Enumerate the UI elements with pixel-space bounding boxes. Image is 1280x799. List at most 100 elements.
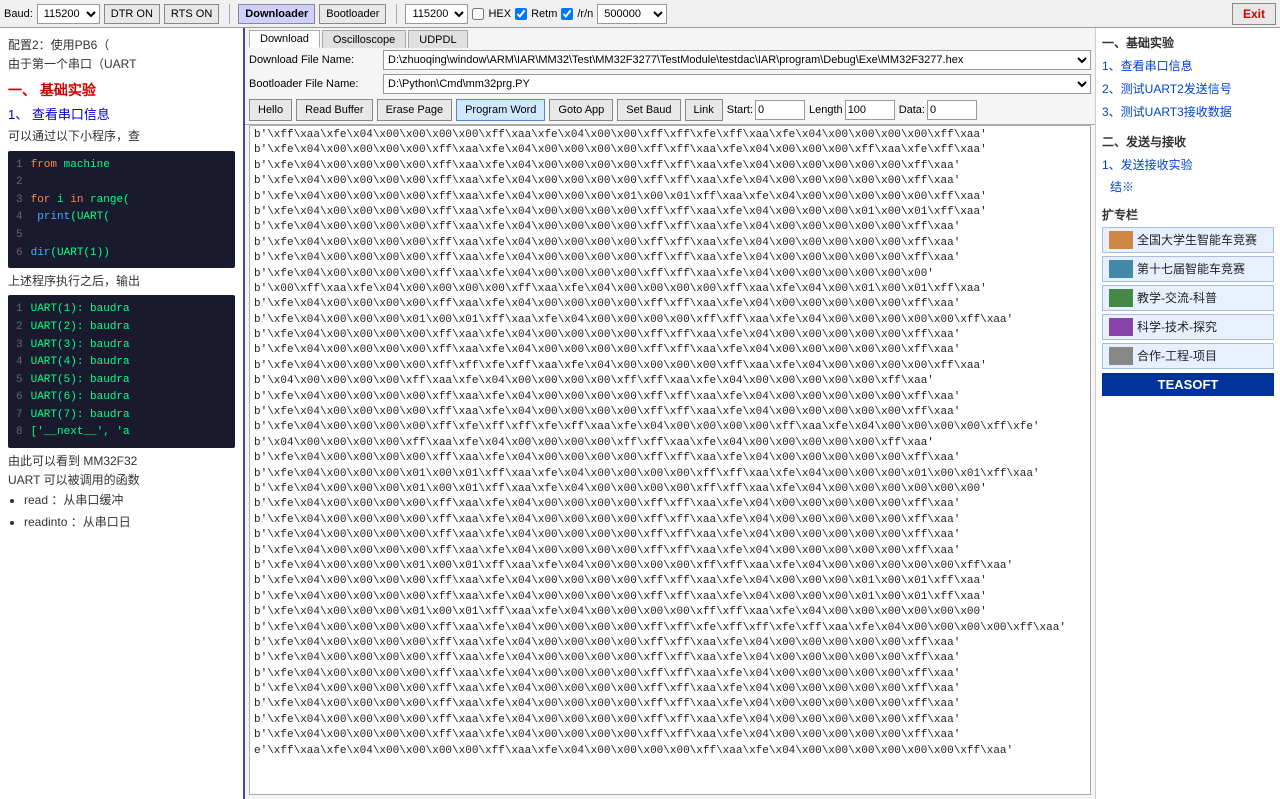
code-line: 3UART(3): baudra: [16, 337, 227, 355]
category-label-4: 科学-技术-探究: [1137, 318, 1217, 335]
mm32-text: 由此可以看到 MM32F32: [8, 452, 235, 471]
download-file-select[interactable]: D:\zhuoqing\window\ARM\IAR\MM32\Test\MM3…: [383, 50, 1091, 70]
baud-section: Baud: 115200 9600 19200 38400 57600 2304…: [4, 4, 219, 24]
category-icon-5: [1109, 347, 1133, 365]
category-icon-4: [1109, 318, 1133, 336]
output-line: b'\xfe\x04\x00\x00\x00\x00\xff\xaa\xfe\x…: [254, 667, 1086, 682]
data-input[interactable]: [927, 100, 977, 120]
tab-download[interactable]: Download: [249, 30, 320, 48]
download-file-label: Download File Name:: [249, 54, 379, 66]
code-line: 1UART(1): baudra: [16, 301, 227, 319]
tab-udpdl[interactable]: UDPDL: [408, 30, 467, 48]
length-input[interactable]: [845, 100, 895, 120]
output-line: b'\xfe\x04\x00\x00\x00\x00\xff\xaa\xfe\x…: [254, 251, 1086, 266]
right-nav-1[interactable]: 1、查看串口信息: [1102, 55, 1274, 78]
output-line: b'\xfe\x04\x00\x00\x00\x00\xff\xaa\xfe\x…: [254, 513, 1086, 528]
category-icon-2: [1109, 260, 1133, 278]
goto-app-button[interactable]: Goto App: [549, 99, 613, 121]
output-line: b'\xfe\x04\x00\x00\x00\x00\xff\xaa\xfe\x…: [254, 159, 1086, 174]
output-area[interactable]: b'\xff\xaa\xfe\x04\x00\x00\x00\x00\xff\x…: [249, 125, 1091, 795]
right-section-1: 一、基础实验 1、查看串口信息 2、测试UART2发送信号 3、测试UART3接…: [1102, 34, 1274, 125]
category-2[interactable]: 第十七届智能车竞赛: [1102, 256, 1274, 282]
length-label: Length: [809, 104, 843, 116]
output-line: b'\xfe\x04\x00\x00\x00\x00\xff\xaa\xfe\x…: [254, 728, 1086, 743]
section1-title: 一、 基础实验: [8, 80, 235, 100]
right-nav-sub[interactable]: 结※: [1102, 177, 1274, 198]
baud2-section: 115200 9600 19200 38400 57600 230400 HEX…: [396, 4, 667, 24]
hello-button[interactable]: Hello: [249, 99, 292, 121]
output-line: b'\xfe\x04\x00\x00\x00\x00\xff\xaa\xfe\x…: [254, 621, 1086, 636]
downloader-button[interactable]: Downloader: [238, 4, 315, 24]
retm-checkbox[interactable]: [515, 8, 527, 20]
rts-button[interactable]: RTS ON: [164, 4, 219, 24]
category-label-5: 合作-工程-项目: [1137, 347, 1217, 364]
output-line: b'\xfe\x04\x00\x00\x00\x00\xff\xaa\xfe\x…: [254, 590, 1086, 605]
start-input[interactable]: [755, 100, 805, 120]
output-line: b'\xfe\x04\x00\x00\x00\x00\xff\xaa\xfe\x…: [254, 143, 1086, 158]
output-line: b'\xfe\x04\x00\x00\x00\x01\x00\x01\xff\x…: [254, 559, 1086, 574]
output-line: b'\x04\x00\x00\x00\x00\xff\xaa\xfe\x04\x…: [254, 436, 1086, 451]
erase-page-button[interactable]: Erase Page: [377, 99, 452, 121]
hex-label: HEX: [488, 8, 511, 20]
category-5[interactable]: 合作-工程-项目: [1102, 343, 1274, 369]
output-line: b'\xfe\x04\x00\x00\x00\x00\xff\xaa\xfe\x…: [254, 343, 1086, 358]
category-icon-1: [1109, 231, 1133, 249]
bootloader-file-select[interactable]: D:\Python\Cmd\mm32prg.PY: [383, 74, 1091, 94]
code-line: 2UART(2): baudra: [16, 319, 227, 337]
output-line: b'\xfe\x04\x00\x00\x00\x00\xff\xaa\xfe\x…: [254, 267, 1086, 282]
category-label-1: 全国大学生智能车竞赛: [1137, 231, 1257, 248]
category-1[interactable]: 全国大学生智能车竞赛: [1102, 227, 1274, 253]
program-word-button[interactable]: Program Word: [456, 99, 545, 121]
output-line: b'\xfe\x04\x00\x00\x00\x00\xff\xaa\xfe\x…: [254, 574, 1086, 589]
right-nav-4[interactable]: 1、发送接收实验: [1102, 154, 1274, 177]
hex-checkbox[interactable]: [472, 8, 484, 20]
read-item: read ：从串口缓冲: [24, 490, 235, 512]
top-toolbar: Baud: 115200 9600 19200 38400 57600 2304…: [0, 0, 1280, 28]
right-extended: 扩专栏 全国大学生智能车竞赛 第十七届智能车竞赛 教学-交流-科普 科学-技术-…: [1102, 206, 1274, 396]
output-line: b'\xfe\x04\x00\x00\x00\x00\xff\xaa\xfe\x…: [254, 451, 1086, 466]
tab-row: Download Oscilloscope UDPDL: [245, 28, 1095, 48]
code-line: 1from machine: [16, 157, 227, 175]
start-field-group: Start:: [727, 100, 805, 120]
right-nav-3[interactable]: 3、测试UART3接收数据: [1102, 101, 1274, 124]
sub1-title: 1、 查看串口信息: [8, 104, 235, 123]
right-extended-title: 扩专栏: [1102, 206, 1274, 223]
baud-label: Baud:: [4, 8, 33, 20]
output-line: b'\xfe\x04\x00\x00\x00\x01\x00\x01\xff\x…: [254, 467, 1086, 482]
output-line: b'\x04\x00\x00\x00\x00\xff\xaa\xfe\x04\x…: [254, 374, 1086, 389]
baud-select[interactable]: 115200 9600 19200 38400 57600 230400: [37, 4, 100, 24]
category-3[interactable]: 教学-交流-科普: [1102, 285, 1274, 311]
output-line: b'\xfe\x04\x00\x00\x00\x00\xff\xaa\xfe\x…: [254, 713, 1086, 728]
set-baud-button[interactable]: Set Baud: [617, 99, 680, 121]
category-label-2: 第十七届智能车竞赛: [1137, 260, 1245, 277]
tab-oscilloscope[interactable]: Oscilloscope: [322, 30, 406, 48]
code-block-1: 1from machine 2 3for i in range( 4 print…: [8, 151, 235, 269]
uart-func-text: UART 可以被调用的函数: [8, 471, 235, 490]
bootloader-file-row: Bootloader File Name: D:\Python\Cmd\mm32…: [245, 72, 1095, 96]
category-label-3: 教学-交流-科普: [1137, 289, 1217, 306]
rn-label: /r/n: [577, 8, 593, 20]
link-button[interactable]: Link: [685, 99, 723, 121]
teasoft-label[interactable]: TEASOFT: [1102, 373, 1274, 396]
exit-button[interactable]: Exit: [1232, 3, 1276, 25]
code-line: 5UART(5): baudra: [16, 372, 227, 390]
output-line: e'\xff\xaa\xfe\x04\x00\x00\x00\x00\xff\x…: [254, 744, 1086, 759]
baud2-select[interactable]: 115200 9600 19200 38400 57600 230400: [405, 4, 468, 24]
read-buffer-button[interactable]: Read Buffer: [296, 99, 373, 121]
output-line: b'\xfe\x04\x00\x00\x00\x00\xff\xaa\xfe\x…: [254, 205, 1086, 220]
right-nav-2[interactable]: 2、测试UART2发送信号: [1102, 78, 1274, 101]
code-line: 8['__next__', 'a: [16, 424, 227, 442]
category-4[interactable]: 科学-技术-探究: [1102, 314, 1274, 340]
retm-label: Retm: [531, 8, 557, 20]
speed-select[interactable]: 500000 1000000 2000000: [597, 4, 667, 24]
output-line: b'\xfe\x04\x00\x00\x00\x00\xff\xaa\xfe\x…: [254, 328, 1086, 343]
download-tab-area: Download Oscilloscope UDPDL Download Fil…: [245, 28, 1095, 125]
output-line: b'\xfe\x04\x00\x00\x00\x00\xff\xaa\xfe\x…: [254, 297, 1086, 312]
dtr-button[interactable]: DTR ON: [104, 4, 160, 24]
bootloader-button[interactable]: Bootloader: [319, 4, 386, 24]
output-line: b'\xfe\x04\x00\x00\x00\x00\xff\xff\xfe\x…: [254, 359, 1086, 374]
output-line: b'\xfe\x04\x00\x00\x00\x00\xff\xaa\xfe\x…: [254, 651, 1086, 666]
output-line: b'\xfe\x04\x00\x00\x00\x00\xff\xaa\xfe\x…: [254, 236, 1086, 251]
rn-checkbox[interactable]: [561, 8, 573, 20]
code-line: 6UART(6): baudra: [16, 389, 227, 407]
